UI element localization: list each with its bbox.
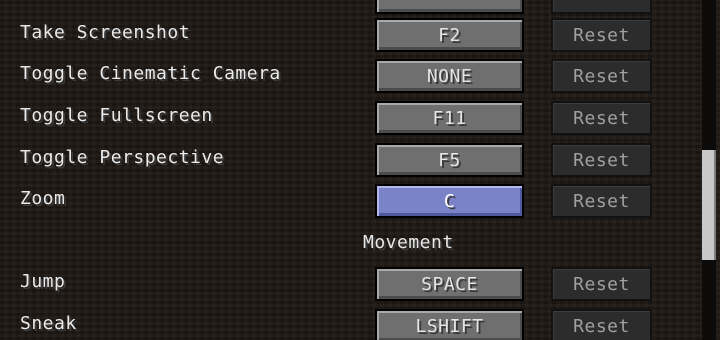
reset-button[interactable]: Reset [551,267,652,301]
action-label: Take Screenshot [20,22,191,43]
keybind-button[interactable] [375,0,524,14]
reset-button[interactable]: Reset [551,184,652,218]
reset-button[interactable]: Reset [551,309,652,340]
reset-button[interactable]: Reset [551,101,652,135]
keybind-row-toggle-cinematic-camera: Toggle Cinematic Camera NONE Reset [0,59,700,97]
section-header-movement: Movement [363,232,454,253]
reset-button[interactable]: Reset [551,143,652,177]
keybind-row-toggle-fullscreen: Toggle Fullscreen F11 Reset [0,101,700,139]
keybind-row-take-screenshot: Take Screenshot F2 Reset [0,18,700,56]
action-label: Sneak [20,313,77,334]
keybind-button[interactable]: LSHIFT [375,309,524,340]
reset-button[interactable] [551,0,652,14]
keybind-row-toggle-perspective: Toggle Perspective F5 Reset [0,143,700,181]
keybind-row-sneak: Sneak LSHIFT Reset [0,309,700,340]
keybind-row-zoom: Zoom C Reset [0,184,700,222]
action-label: Zoom [20,188,66,209]
action-label: Toggle Cinematic Camera [20,63,281,84]
keybind-button[interactable]: F5 [375,143,524,177]
reset-button[interactable]: Reset [551,18,652,52]
reset-button[interactable]: Reset [551,59,652,93]
action-label: Jump [20,271,66,292]
keybind-button[interactable]: F2 [375,18,524,52]
keybind-row-partial [0,0,700,18]
keybind-button[interactable]: NONE [375,59,524,93]
keybind-button[interactable]: F11 [375,101,524,135]
keybind-row-jump: Jump SPACE Reset [0,267,700,305]
action-label: Toggle Fullscreen [20,105,213,126]
keybind-button[interactable]: SPACE [375,267,524,301]
keybind-button-selected[interactable]: C [375,184,524,218]
action-label: Toggle Perspective [20,147,225,168]
scrollbar-thumb[interactable] [702,150,716,260]
